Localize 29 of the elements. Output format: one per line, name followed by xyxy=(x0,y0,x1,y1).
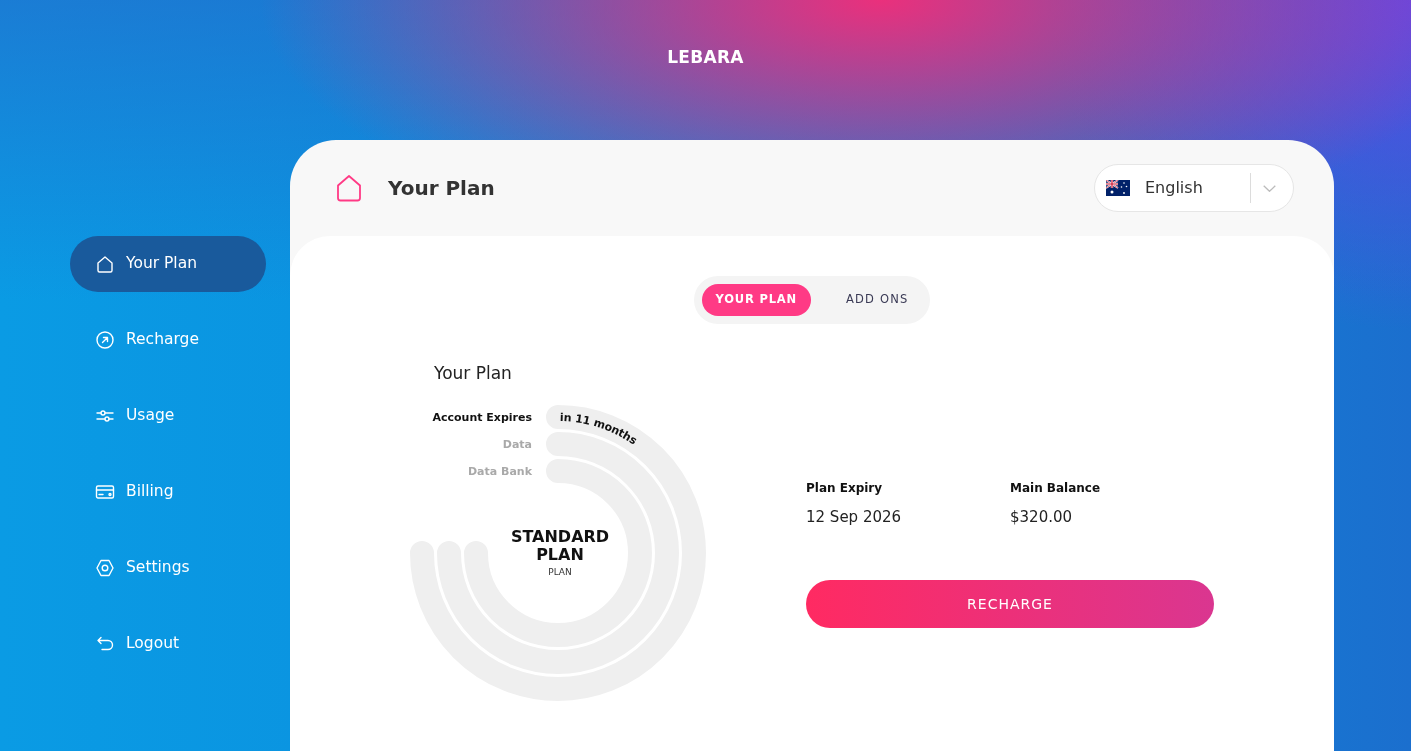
arrow-circle-icon xyxy=(95,330,115,350)
logo: LEBARA xyxy=(667,46,744,68)
nav-item[interactable]: Billing xyxy=(70,464,266,520)
nav-item[interactable]: Your Plan xyxy=(70,236,266,292)
home-icon xyxy=(336,174,362,202)
detail-label: Plan Expiry xyxy=(806,480,883,496)
tab[interactable]: YOUR PLAN xyxy=(701,284,811,316)
credit-card-icon xyxy=(95,482,115,502)
ring-label: Account Expires xyxy=(432,410,532,424)
flag-icon xyxy=(1106,180,1130,196)
nav-item[interactable]: Recharge xyxy=(70,312,266,368)
tab[interactable]: ADD ONS xyxy=(831,284,923,316)
plan-name: STANDARD PLAN xyxy=(509,528,611,564)
chevron-down-icon xyxy=(1263,184,1276,192)
settings-icon xyxy=(95,558,115,578)
nav-item[interactable]: Logout xyxy=(70,616,266,672)
detail-value: 12 Sep 2026 xyxy=(806,508,902,526)
nav-item[interactable]: Settings xyxy=(70,540,266,596)
ring-label: Data Bank xyxy=(467,464,532,478)
nav-item[interactable]: Usage xyxy=(70,388,266,444)
detail-value: $320.00 xyxy=(1010,508,1073,526)
ring-label: Data xyxy=(502,437,532,451)
section-heading: Your Plan xyxy=(433,362,512,384)
recharge-button[interactable]: RECHARGE xyxy=(806,580,1214,628)
home-icon xyxy=(95,254,115,274)
page-title: Your Plan xyxy=(388,175,495,202)
detail-label: Main Balance xyxy=(1010,480,1101,496)
plan-type: PLAN xyxy=(547,566,573,578)
language-select[interactable]: English xyxy=(1094,164,1294,212)
